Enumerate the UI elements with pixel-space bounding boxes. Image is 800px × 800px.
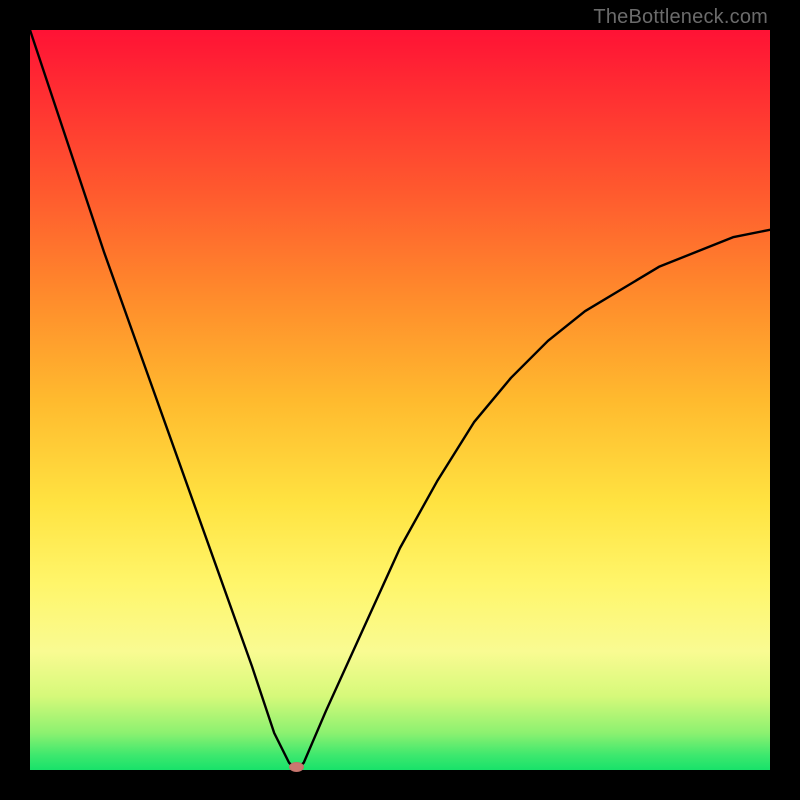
chart-frame: TheBottleneck.com [0,0,800,800]
watermark-text: TheBottleneck.com [593,6,768,29]
plot-area [30,30,770,770]
minimum-marker [289,762,304,772]
bottleneck-curve [30,30,770,770]
